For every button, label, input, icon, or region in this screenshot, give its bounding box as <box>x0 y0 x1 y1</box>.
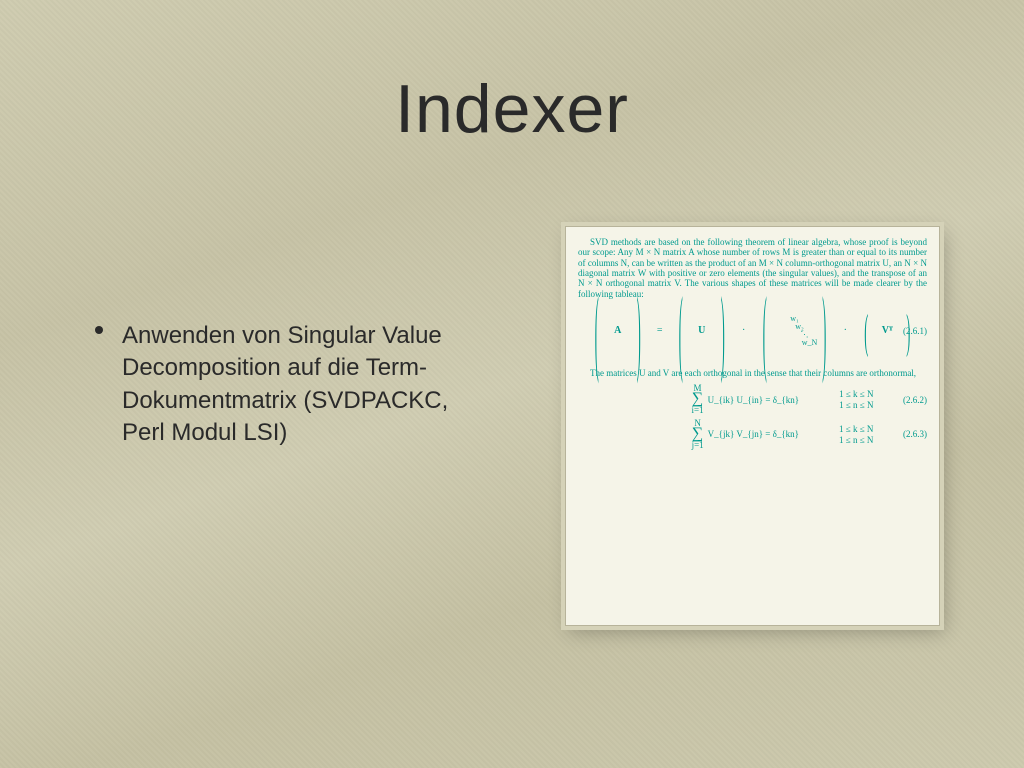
bullet-item: Anwenden von Singular Value Decompositio… <box>100 320 460 450</box>
paren-icon: ) <box>637 283 641 379</box>
bullet-text: Anwenden von Singular Value Decompositio… <box>100 320 460 450</box>
matrix-A: A <box>600 325 636 337</box>
svd-decomposition-equation: ( A ) = ( U ) · ( w₁ w₂ ⋱ w_N ) · ( Vᵀ )… <box>578 315 927 347</box>
svd-excerpt-panel: SVD methods are based on the following t… <box>565 226 940 626</box>
sum-lower: j=1 <box>692 441 704 450</box>
paren-icon: ( <box>763 283 767 379</box>
equals-sign: = <box>642 325 678 337</box>
conditions: 1 ≤ k ≤ N 1 ≤ n ≤ N <box>839 424 873 446</box>
orthonormal-eq-U: M ∑ i=1 U_{ik} U_{in} = δ_{kn} 1 ≤ k ≤ N… <box>638 384 927 415</box>
cond-n: 1 ≤ n ≤ N <box>839 400 873 411</box>
matrix-W-diagonal: w₁ w₂ ⋱ w_N <box>768 315 822 347</box>
dot-operator: · <box>827 325 863 337</box>
matrix-VT: Vᵀ <box>869 325 905 337</box>
summation-icon: N ∑ j=1 <box>692 419 704 450</box>
paren-icon: ( <box>595 283 599 379</box>
equation-tag: (2.6.2) <box>903 395 927 405</box>
cond-k: 1 ≤ k ≤ N <box>839 424 873 435</box>
matrix-U: U <box>684 325 720 337</box>
cond-k: 1 ≤ k ≤ N <box>839 389 873 400</box>
cond-n: 1 ≤ n ≤ N <box>839 435 873 446</box>
bullet-dot-icon <box>95 326 103 334</box>
summation-icon: M ∑ i=1 <box>692 384 704 415</box>
slide-title: Indexer <box>0 70 1024 148</box>
paren-icon: ) <box>721 283 725 379</box>
paren-icon: ( <box>679 283 683 379</box>
paren-icon: ) <box>822 283 826 379</box>
dot-operator: · <box>726 325 762 337</box>
conditions: 1 ≤ k ≤ N 1 ≤ n ≤ N <box>839 389 873 411</box>
equation-tag: (2.6.1) <box>903 326 927 336</box>
equation-body: U_{ik} U_{in} = δ_{kn} <box>708 395 800 405</box>
sum-lower: i=1 <box>692 406 704 415</box>
equation-tag: (2.6.3) <box>903 429 927 439</box>
equation-body: V_{jk} V_{jn} = δ_{kn} <box>708 429 799 439</box>
paren-icon: ( <box>864 307 868 355</box>
orthonormal-eq-V: N ∑ j=1 V_{jk} V_{jn} = δ_{kn} 1 ≤ k ≤ N… <box>638 419 927 450</box>
wN: w_N <box>802 339 818 347</box>
intro-paragraph: SVD methods are based on the following t… <box>578 237 927 299</box>
mid-paragraph: The matrices U and V are each orthogonal… <box>578 368 927 378</box>
